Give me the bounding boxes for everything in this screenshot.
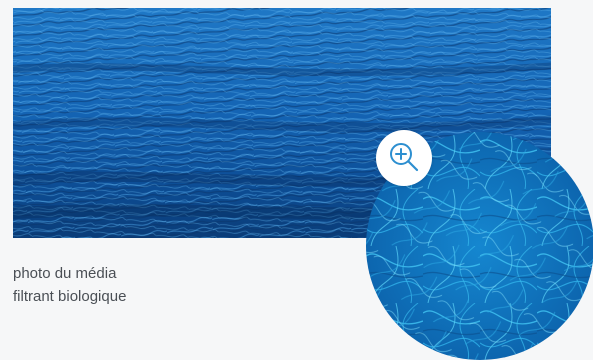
magnifier-plus-icon <box>390 143 419 172</box>
caption-line-1: photo du média <box>13 265 117 282</box>
photo-caption: photo du média filtrant biologique <box>13 262 263 308</box>
caption-line-2: filtrant biologique <box>13 288 127 305</box>
zoom-button[interactable] <box>376 130 432 186</box>
